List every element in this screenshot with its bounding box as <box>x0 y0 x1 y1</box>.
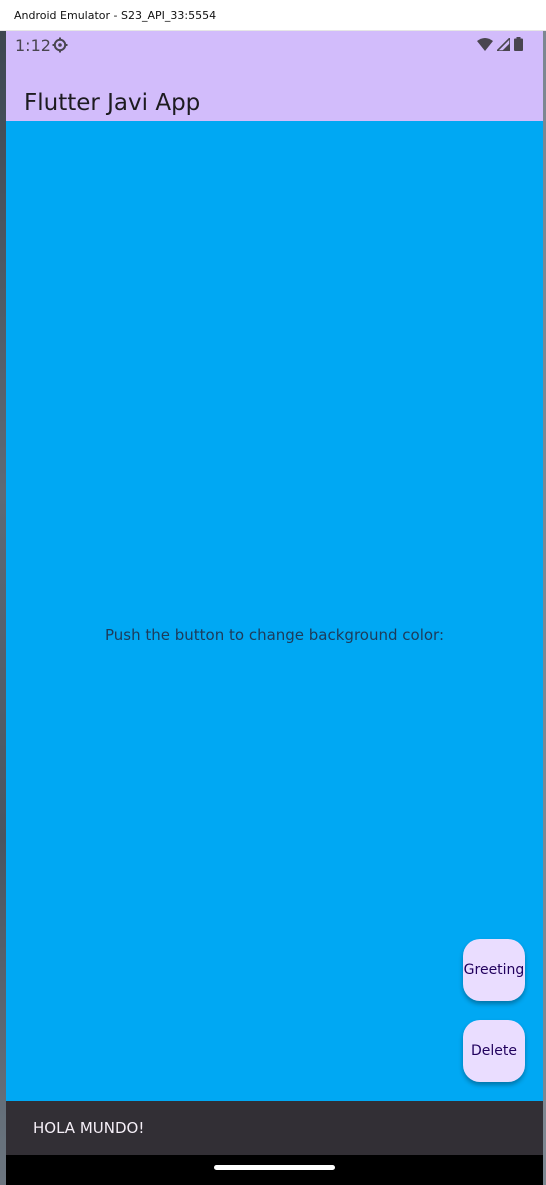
snackbar-message: HOLA MUNDO! <box>33 1119 145 1137</box>
status-icons <box>477 35 523 56</box>
wifi-icon <box>477 37 493 56</box>
home-gesture-handle[interactable] <box>214 1165 335 1170</box>
status-bar: 1:12 <box>6 31 543 59</box>
navigation-bar <box>6 1155 543 1185</box>
app-bar: Flutter Javi App <box>6 59 543 121</box>
greeting-button[interactable]: Greeting <box>463 939 525 1001</box>
status-time: 1:12 <box>15 36 51 55</box>
delete-button[interactable]: Delete <box>463 1020 525 1082</box>
snackbar: HOLA MUNDO! <box>6 1101 543 1155</box>
battery-icon <box>514 37 523 56</box>
signal-icon <box>495 35 511 56</box>
app-title: Flutter Javi App <box>24 90 201 117</box>
settings-icon <box>52 37 68 58</box>
instruction-text: Push the button to change background col… <box>104 626 445 644</box>
phone-screen: 1:12 Flutter Javi App Push the button to… <box>6 31 543 1185</box>
emulator-window-title: Android Emulator - S23_API_33:5554 <box>0 0 546 31</box>
